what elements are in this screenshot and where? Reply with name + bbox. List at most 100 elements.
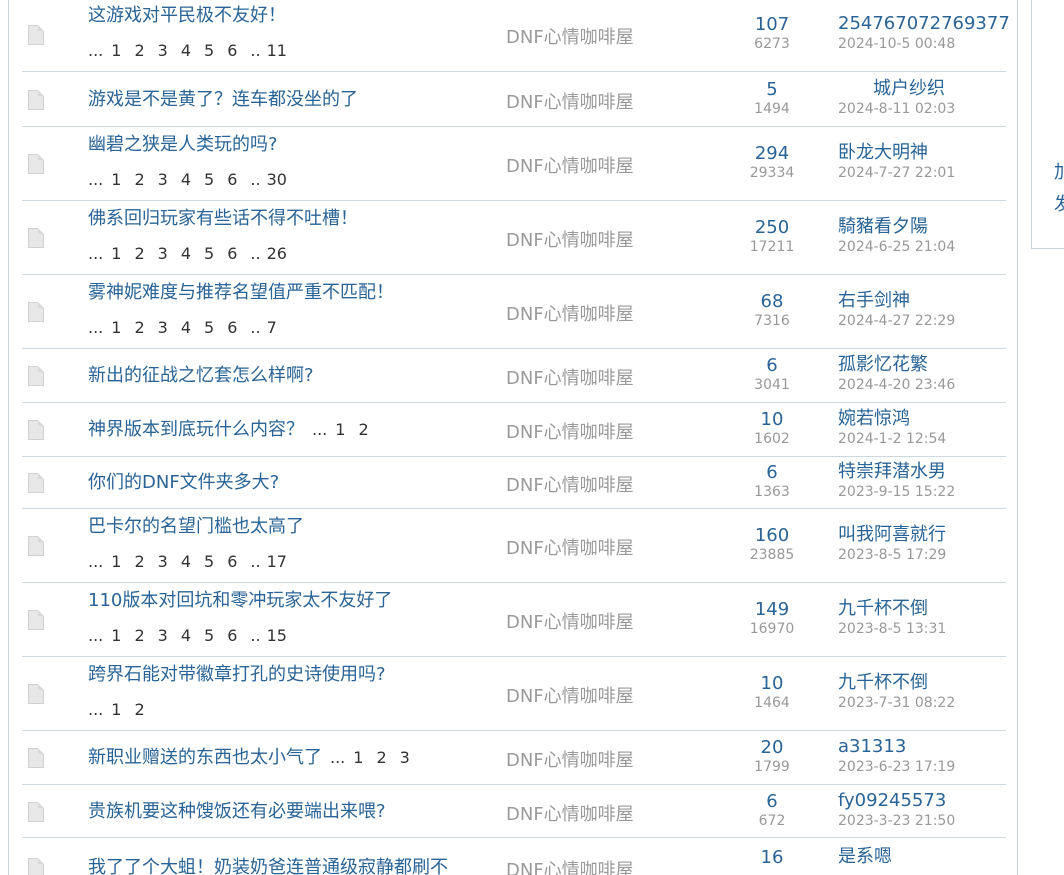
page-link[interactable]: 5 xyxy=(204,626,214,646)
last-poster-link[interactable]: 叫我阿喜就行 xyxy=(838,524,946,546)
topic-title-text[interactable]: 新出的征战之忆套怎么样啊? xyxy=(88,365,314,386)
page-link[interactable]: 5 xyxy=(204,244,214,264)
last-poster-link[interactable]: a31313 xyxy=(838,736,906,758)
page-link[interactable]: 3 xyxy=(158,170,168,190)
forum-link[interactable]: DNF心情咖啡屋 xyxy=(506,746,634,772)
forum-link[interactable]: DNF心情咖啡屋 xyxy=(506,608,634,634)
forum-link[interactable]: DNF心情咖啡屋 xyxy=(506,682,634,708)
last-post-time[interactable]: 2024-4-27 22:29 xyxy=(838,313,955,329)
topic-title-text[interactable]: 我了了个大蛆！奶装奶爸连普通级寂静都刷不 xyxy=(88,857,448,875)
last-post-time[interactable]: 2024-7-27 22:01 xyxy=(838,165,955,181)
last-post-time[interactable]: 2023-8-5 13:31 xyxy=(838,621,946,637)
page-link[interactable]: 3 xyxy=(158,552,168,572)
last-post-time[interactable]: 2024-1-2 12:54 xyxy=(838,431,946,447)
topic-title[interactable]: 这游戏对平民极不友好！ xyxy=(88,5,286,27)
sidebar-text-1[interactable]: 加 xyxy=(1054,158,1064,184)
page-link[interactable]: 1 xyxy=(111,170,121,190)
page-link[interactable]: 2 xyxy=(134,700,144,720)
sidebar-text-2[interactable]: 发 xyxy=(1054,190,1064,216)
page-link[interactable]: 3 xyxy=(400,747,410,769)
page-link[interactable]: 5 xyxy=(204,170,214,190)
topic-title[interactable]: 我了了个大蛆！奶装奶爸连普通级寂静都刷不 xyxy=(88,857,448,875)
reply-count[interactable]: 6 xyxy=(728,356,816,376)
reply-count[interactable]: 107 xyxy=(728,15,816,35)
forum-link[interactable]: DNF心情咖啡屋 xyxy=(506,88,634,114)
page-link[interactable]: 4 xyxy=(181,318,191,338)
forum-link[interactable]: DNF心情咖啡屋 xyxy=(506,856,634,875)
forum-link[interactable]: DNF心情咖啡屋 xyxy=(506,152,634,178)
page-link[interactable]: 6 xyxy=(227,170,237,190)
reply-count[interactable]: 149 xyxy=(728,600,816,620)
reply-count[interactable]: 250 xyxy=(728,218,816,238)
topic-title-text[interactable]: 你们的DNF文件夹多大? xyxy=(88,472,279,493)
last-poster-link[interactable]: 是系嗯 xyxy=(838,846,892,868)
page-link[interactable]: 1 xyxy=(111,626,121,646)
last-post-time[interactable]: 2023-6-23 17:19 xyxy=(838,759,955,775)
page-link[interactable]: 6 xyxy=(227,318,237,338)
reply-count[interactable]: 16 xyxy=(728,848,816,868)
page-link[interactable]: 2 xyxy=(134,552,144,572)
page-link[interactable]: 6 xyxy=(227,626,237,646)
page-link[interactable]: 1 xyxy=(335,419,345,441)
reply-count[interactable]: 10 xyxy=(728,674,816,694)
topic-title-text[interactable]: 幽碧之狭是人类玩的吗? xyxy=(88,134,278,155)
topic-title-text[interactable]: 110版本对回坑和零冲玩家太不友好了 xyxy=(88,590,392,611)
last-page-link[interactable]: 7 xyxy=(267,318,277,338)
topic-title-text[interactable]: 雾神妮难度与推荐名望值严重不匹配！ xyxy=(88,282,394,303)
page-link[interactable]: 5 xyxy=(204,41,214,61)
reply-count[interactable]: 6 xyxy=(728,463,816,483)
topic-title[interactable]: 雾神妮难度与推荐名望值严重不匹配！ xyxy=(88,282,394,304)
topic-title-text[interactable]: 巴卡尔的名望门槛也太高了 xyxy=(88,516,304,537)
forum-link[interactable]: DNF心情咖啡屋 xyxy=(506,226,634,252)
last-page-link[interactable]: 15 xyxy=(267,626,287,646)
topic-title[interactable]: 游戏是不是黄了？连车都没坐的了 xyxy=(88,89,358,111)
page-link[interactable]: 4 xyxy=(181,626,191,646)
last-poster-link[interactable]: 婉若惊鸿 xyxy=(838,408,910,430)
forum-link[interactable]: DNF心情咖啡屋 xyxy=(506,418,634,444)
page-link[interactable]: 1 xyxy=(111,700,121,720)
page-link[interactable]: 1 xyxy=(111,41,121,61)
page-link[interactable]: 2 xyxy=(358,419,368,441)
page-link[interactable]: 6 xyxy=(227,41,237,61)
page-link[interactable]: 1 xyxy=(111,552,121,572)
page-link[interactable]: 1 xyxy=(353,747,363,769)
forum-link[interactable]: DNF心情咖啡屋 xyxy=(506,364,634,390)
last-post-time[interactable]: 2024-10-5 00:48 xyxy=(838,36,955,52)
reply-count[interactable]: 294 xyxy=(728,144,816,164)
page-link[interactable]: 6 xyxy=(227,244,237,264)
page-link[interactable]: 1 xyxy=(111,318,121,338)
topic-title[interactable]: 幽碧之狭是人类玩的吗? xyxy=(88,134,278,156)
last-page-link[interactable]: 30 xyxy=(267,170,287,190)
last-page-link[interactable]: 11 xyxy=(267,41,287,61)
topic-title[interactable]: 巴卡尔的名望门槛也太高了 xyxy=(88,516,304,538)
page-link[interactable]: 2 xyxy=(134,170,144,190)
topic-title[interactable]: 新出的征战之忆套怎么样啊? xyxy=(88,365,314,387)
topic-title[interactable]: 新职业赠送的东西也太小气了... 1 2 3 xyxy=(88,747,423,769)
last-page-link[interactable]: 17 xyxy=(267,552,287,572)
last-poster-link[interactable]: 九千杯不倒 xyxy=(838,672,928,694)
last-post-time[interactable]: 2023-8-5 17:29 xyxy=(838,547,946,563)
last-poster-link[interactable]: 卧龙大明神 xyxy=(838,142,928,164)
forum-link[interactable]: DNF心情咖啡屋 xyxy=(506,800,634,826)
last-post-time[interactable]: 2024-6-25 21:04 xyxy=(838,239,955,255)
topic-title-text[interactable]: 新职业赠送的东西也太小气了 xyxy=(88,747,322,768)
last-post-time[interactable]: 2024-8-11 02:03 xyxy=(838,101,955,117)
topic-title-text[interactable]: 跨界石能对带徽章打孔的史诗使用吗? xyxy=(88,664,386,685)
page-link[interactable]: 3 xyxy=(158,41,168,61)
topic-title[interactable]: 你们的DNF文件夹多大? xyxy=(88,472,279,494)
page-link[interactable]: 4 xyxy=(181,170,191,190)
last-poster-link[interactable]: fy09245573 xyxy=(838,790,946,812)
topic-title-text[interactable]: 这游戏对平民极不友好！ xyxy=(88,5,286,26)
reply-count[interactable]: 10 xyxy=(728,410,816,430)
last-poster-link[interactable]: 騎豬看夕陽 xyxy=(838,216,928,238)
page-link[interactable]: 2 xyxy=(134,41,144,61)
last-post-time[interactable]: 2023-9-15 15:22 xyxy=(838,484,955,500)
page-link[interactable]: 2 xyxy=(134,318,144,338)
last-post-time[interactable]: 2023-3-23 21:50 xyxy=(838,813,955,829)
topic-title[interactable]: 神界版本到底玩什么内容？... 1 2 xyxy=(88,419,382,441)
page-link[interactable]: 3 xyxy=(158,626,168,646)
page-link[interactable]: 4 xyxy=(181,41,191,61)
page-link[interactable]: 2 xyxy=(134,244,144,264)
reply-count[interactable]: 160 xyxy=(728,526,816,546)
page-link[interactable]: 1 xyxy=(111,244,121,264)
